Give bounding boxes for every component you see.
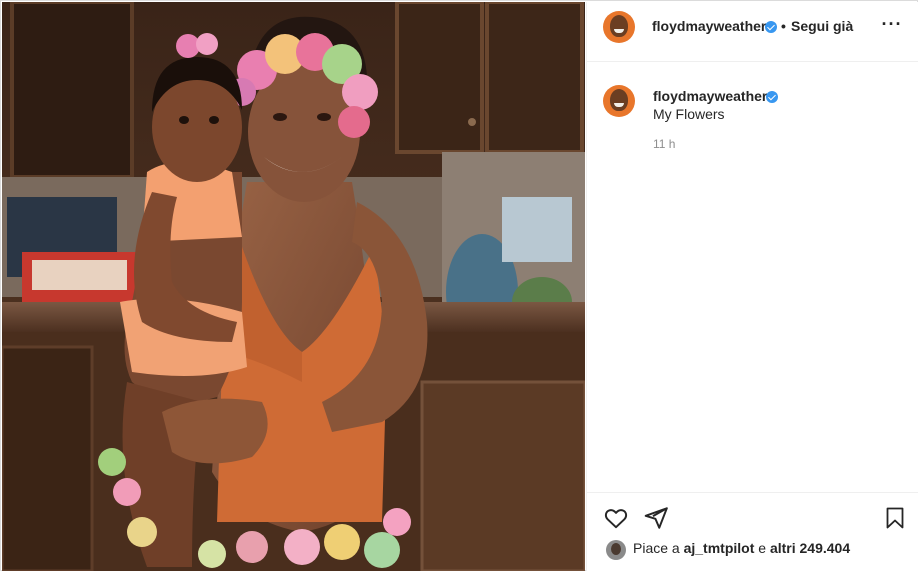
likes-others-link[interactable]: altri 249.404 bbox=[770, 540, 850, 556]
heart-icon[interactable] bbox=[603, 505, 629, 531]
send-icon[interactable] bbox=[643, 505, 669, 531]
verified-badge-icon bbox=[766, 91, 778, 103]
liker-avatar[interactable] bbox=[606, 540, 626, 560]
caption-text: My Flowers bbox=[653, 106, 725, 122]
likes-user-link[interactable]: aj_tmtpilot bbox=[684, 540, 755, 556]
more-options-icon[interactable]: ··· bbox=[880, 15, 904, 39]
follow-separator: • bbox=[781, 18, 786, 34]
photo-illustration bbox=[2, 2, 585, 571]
avatar-face bbox=[610, 15, 628, 37]
following-button[interactable]: Segui già bbox=[791, 18, 853, 34]
bookmark-icon[interactable] bbox=[883, 505, 907, 531]
caption-author-username[interactable]: floydmayweather bbox=[653, 88, 767, 104]
likes-summary[interactable]: Piace a aj_tmtpilot e altri 249.404 bbox=[633, 540, 850, 556]
post-photo[interactable] bbox=[2, 2, 585, 571]
verified-badge-icon bbox=[765, 21, 777, 33]
author-avatar[interactable] bbox=[603, 11, 635, 43]
post-timestamp[interactable]: 11 h bbox=[653, 137, 675, 151]
likes-connector: e bbox=[758, 540, 767, 556]
avatar-face bbox=[610, 89, 628, 111]
author-username[interactable]: floydmayweather bbox=[652, 18, 766, 34]
post-window: floydmayweather • Segui già ··· floydmay… bbox=[0, 0, 918, 571]
post-header: floydmayweather • Segui già ··· bbox=[587, 2, 918, 62]
caption-author-avatar[interactable] bbox=[603, 85, 635, 117]
post-actions-bar: Piace a aj_tmtpilot e altri 249.404 bbox=[587, 492, 918, 571]
likes-prefix: Piace a bbox=[633, 540, 680, 556]
post-details-panel: floydmayweather • Segui già ··· floydmay… bbox=[586, 2, 918, 571]
